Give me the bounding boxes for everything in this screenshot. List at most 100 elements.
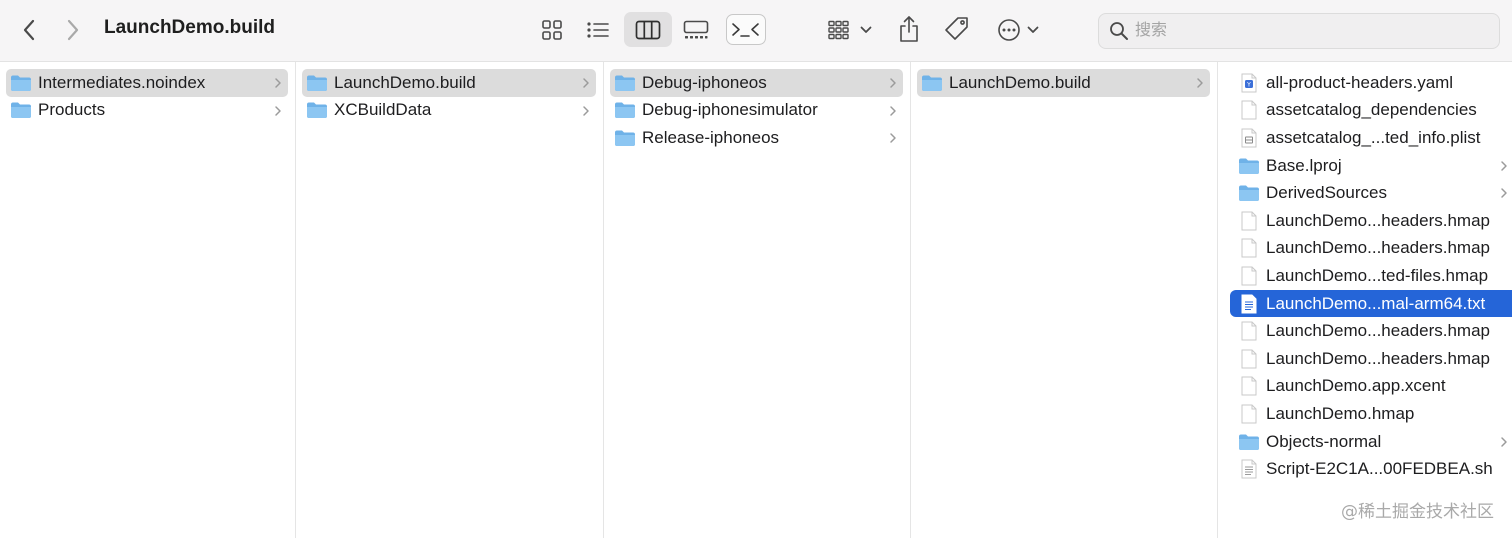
disclosure-chevron <box>274 76 282 88</box>
text-file-icon <box>1241 459 1257 479</box>
file-row[interactable]: LaunchDemo...mal-arm64.txt <box>1230 289 1512 318</box>
browser-column-5[interactable]: Yall-product-headers.yaml assetcatalog_de… <box>1218 62 1512 538</box>
text-file-icon <box>1241 294 1257 314</box>
document-icon <box>1241 321 1257 341</box>
row-icon <box>1238 376 1260 396</box>
file-row[interactable]: LaunchDemo...headers.hmap <box>1230 207 1512 235</box>
disclosure-chevron <box>1500 159 1508 171</box>
more-actions-button[interactable] <box>994 14 1042 46</box>
row-label: Debug-iphonesimulator <box>642 100 818 120</box>
chevron-down-icon <box>860 26 872 33</box>
chevron-right-icon <box>1501 436 1507 447</box>
browser-column-1[interactable]: Intermediates.noindex Products <box>0 62 296 538</box>
row-label: LaunchDemo...mal-arm64.txt <box>1266 293 1486 313</box>
file-row[interactable]: LaunchDemo...ted-files.hmap <box>1230 262 1512 290</box>
chevron-right-icon <box>275 105 281 116</box>
row-label: Release-iphoneos <box>642 127 780 147</box>
row-label: Debug-iphoneos <box>642 72 767 92</box>
file-row[interactable]: Script-E2C1A...00FEDBEA.sh <box>1230 455 1512 483</box>
group-by-button[interactable] <box>826 14 874 46</box>
file-row[interactable]: LaunchDemo...headers.hmap <box>1230 345 1512 373</box>
document-icon <box>1241 100 1257 120</box>
folder-icon <box>615 75 635 91</box>
folder-icon <box>11 102 31 119</box>
row-icon <box>1238 459 1260 479</box>
file-row[interactable]: LaunchDemo...headers.hmap <box>1230 317 1512 345</box>
search-field[interactable] <box>1098 13 1500 49</box>
browser-column-4[interactable]: LaunchDemo.build <box>911 62 1218 538</box>
row-icon <box>614 128 636 148</box>
row-icon <box>1238 266 1260 286</box>
folder-icon <box>1239 185 1259 202</box>
document-icon <box>1241 211 1257 231</box>
browser-column-2[interactable]: LaunchDemo.build XCBuildData <box>296 62 604 538</box>
folder-row[interactable]: Base.lproj <box>1230 152 1512 180</box>
chevron-left-icon <box>23 19 35 41</box>
window-title: LaunchDemo.build <box>104 17 275 38</box>
file-row[interactable]: LaunchDemo...headers.hmap <box>1230 235 1512 263</box>
disclosure-chevron <box>274 104 282 116</box>
row-label: Script-E2C1A...00FEDBEA.sh <box>1266 459 1493 479</box>
row-icon <box>1238 128 1260 148</box>
folder-row[interactable]: Objects-normal <box>1230 428 1512 456</box>
row-label: Objects-normal <box>1266 431 1382 451</box>
terminal-button[interactable] <box>726 14 766 45</box>
chevron-right-icon <box>67 19 79 41</box>
chevron-right-icon <box>275 78 281 88</box>
folder-row[interactable]: DerivedSources <box>1230 179 1512 207</box>
chevron-right-icon <box>583 105 589 116</box>
document-icon <box>1241 376 1257 396</box>
row-label: LaunchDemo...ted-files.hmap <box>1266 265 1489 285</box>
row-icon <box>1238 238 1260 258</box>
row-label: assetcatalog_dependencies <box>1266 100 1477 120</box>
chevron-right-icon <box>890 78 896 88</box>
browser-column-3[interactable]: Debug-iphoneos Debug-iphonesimulator Relea… <box>604 62 911 538</box>
svg-text:Y: Y <box>1246 81 1251 88</box>
search-icon <box>1110 22 1128 40</box>
chevron-right-icon <box>1501 161 1507 171</box>
search-input[interactable] <box>1135 19 1485 43</box>
folder-row[interactable]: Debug-iphoneos <box>610 69 903 97</box>
row-icon <box>1238 156 1260 176</box>
document-icon <box>1241 238 1257 258</box>
file-row[interactable]: Yall-product-headers.yaml <box>1230 69 1512 97</box>
list-view-button[interactable] <box>580 14 616 46</box>
row-icon <box>1238 183 1260 203</box>
icon-view-button[interactable] <box>534 14 570 46</box>
toolbar: LaunchDemo.build <box>0 0 1512 62</box>
share-button[interactable] <box>894 12 924 46</box>
file-row[interactable]: assetcatalog_...ted_info.plist <box>1230 124 1512 152</box>
folder-row[interactable]: Release-iphoneos <box>610 124 903 152</box>
file-row[interactable]: assetcatalog_dependencies <box>1230 97 1512 125</box>
row-label: LaunchDemo...headers.hmap <box>1266 210 1490 230</box>
share-icon <box>900 16 918 42</box>
disclosure-chevron <box>1196 76 1204 88</box>
yaml-file-icon: Y <box>1241 73 1257 93</box>
gallery-view-icon <box>683 20 709 39</box>
folder-icon <box>1239 158 1259 174</box>
gallery-view-button[interactable] <box>676 14 716 46</box>
file-row[interactable]: LaunchDemo.app.xcent <box>1230 373 1512 401</box>
group-by-icon <box>828 20 849 40</box>
folder-icon <box>307 102 327 119</box>
file-row[interactable]: LaunchDemo.hmap <box>1230 400 1512 428</box>
column-view-button[interactable] <box>624 12 672 47</box>
folder-row[interactable]: LaunchDemo.build <box>302 69 596 97</box>
chevron-right-icon <box>583 78 589 88</box>
folder-row[interactable]: XCBuildData <box>302 97 596 125</box>
tag-button[interactable] <box>940 12 974 46</box>
row-icon <box>1238 294 1260 314</box>
disclosure-chevron <box>582 104 590 116</box>
forward-button[interactable] <box>58 14 88 46</box>
folder-row[interactable]: Intermediates.noindex <box>6 69 288 97</box>
back-button[interactable] <box>14 14 44 46</box>
terminal-icon <box>732 22 759 37</box>
folder-icon <box>307 75 327 91</box>
row-label: DerivedSources <box>1266 183 1387 203</box>
row-label: XCBuildData <box>334 100 432 120</box>
folder-row[interactable]: Products <box>6 97 288 125</box>
folder-row[interactable]: Debug-iphonesimulator <box>610 97 903 125</box>
disclosure-chevron <box>889 104 897 116</box>
tag-icon <box>945 17 968 40</box>
folder-row[interactable]: LaunchDemo.build <box>917 69 1210 97</box>
